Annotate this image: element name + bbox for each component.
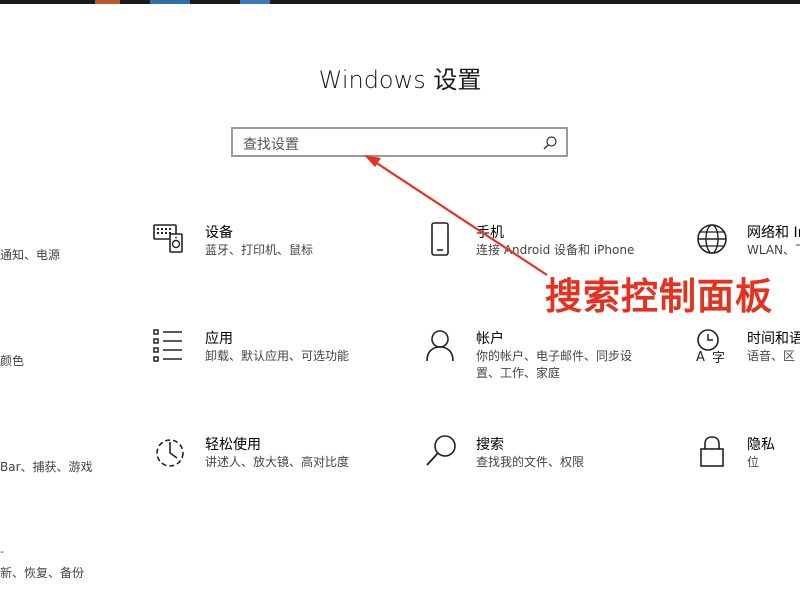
tile-devices-name: 设备 [205,225,233,241]
partial-desc-gaming: Bar、捕获、游戏 [0,460,93,474]
apps-list-icon [153,328,189,364]
tile-accounts[interactable]: 帐户 你的帐户、电子邮件、同步设置、工作、家庭 [424,328,654,388]
annotation-label: 搜索控制面板 [545,275,773,318]
tile-ease-of-access[interactable]: 轻松使用 讲述人、放大镜、高对比度 [153,434,353,484]
tile-ease-of-access-desc: 讲述人、放大镜、高对比度 [205,455,350,469]
partial-desc-update: 新、恢复、备份 [0,566,85,580]
tile-privacy[interactable]: 隐私 位 [695,434,800,484]
search-placeholder: 查找设置 [243,137,299,153]
tile-network[interactable]: 网络和 In WLAN、飞行 [695,222,800,272]
tile-network-name: 网络和 In [747,225,800,241]
tile-time-language-name: 时间和语 [747,331,800,347]
partial-desc-system: 通知、电源 [0,248,61,262]
tile-privacy-desc: 位 [747,455,760,469]
search-magnifier-icon [424,434,460,470]
svg-text:字: 字 [712,351,725,364]
tile-accounts-name: 帐户 [476,331,504,347]
time-language-icon: A 字 [695,328,731,364]
tile-apps-desc: 卸载、默认应用、可选功能 [205,349,350,363]
tile-devices-desc: 蓝牙、打印机、鼠标 [205,243,314,257]
network-globe-icon [695,222,731,258]
tile-ease-of-access-name: 轻松使用 [205,437,261,453]
partial-desc-personalization: 颜色 [0,354,25,368]
tile-time-language-desc: 语音、区 [747,349,796,363]
tile-accounts-desc: 你的帐户、电子邮件、同步设置、工作、家庭 [476,349,633,380]
tile-apps[interactable]: 应用 卸载、默认应用、可选功能 [153,328,353,378]
tile-devices[interactable]: 设备 蓝牙、打印机、鼠标 [153,222,353,272]
tile-search[interactable]: 搜索 查找我的文件、权限 [424,434,654,484]
tile-privacy-name: 隐私 [747,437,775,453]
tile-network-desc: WLAN、飞行 [747,243,800,257]
tile-search-desc: 查找我的文件、权限 [476,455,585,469]
svg-text:A: A [696,350,705,364]
background-wallpaper-strip [0,0,800,4]
tile-phone-desc: 连接 Android 设备和 iPhone [476,243,635,257]
tile-apps-name: 应用 [205,331,233,347]
devices-icon [153,222,189,258]
privacy-lock-icon [695,434,731,470]
tile-search-name: 搜索 [476,437,504,453]
page-title: Windows 设置 [318,66,482,94]
search-input[interactable]: 查找设置 [231,127,568,157]
phone-icon [424,222,460,258]
ease-of-access-icon [153,434,189,470]
tile-phone[interactable]: 手机 连接 Android 设备和 iPhone [424,222,654,272]
tile-phone-name: 手机 [476,225,504,241]
account-person-icon [424,328,460,364]
search-icon[interactable] [542,135,558,151]
tile-time-language[interactable]: A 字 时间和语 语音、区 [695,328,800,378]
